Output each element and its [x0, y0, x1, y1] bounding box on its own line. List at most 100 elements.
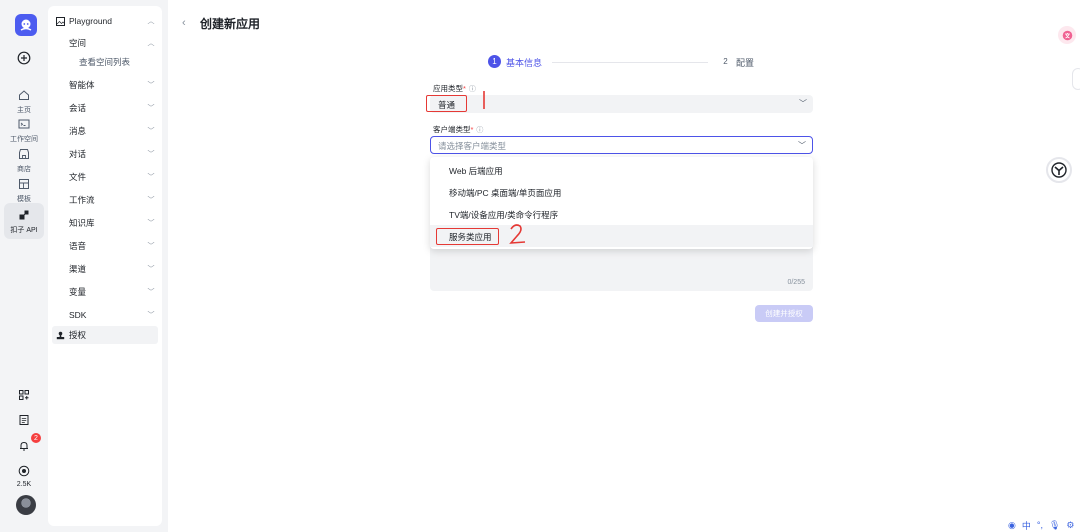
image-icon — [56, 16, 65, 26]
sidebar-header-label: Playground — [69, 16, 113, 26]
sidebar-item-space-list[interactable]: 查看空间列表 — [48, 53, 162, 71]
sidebar-item-sdk[interactable]: SDK ﹀ — [48, 306, 162, 324]
assistant-button[interactable] — [1046, 157, 1072, 183]
sidebar-item-label: 智能体 — [69, 80, 95, 90]
client-type-placeholder: 请选择客户端类型 — [438, 141, 507, 151]
chevron-down-icon: ﹀ — [147, 243, 155, 250]
docs-button[interactable] — [4, 412, 44, 428]
apps-button[interactable] — [4, 387, 44, 403]
chevron-down-icon: ﹀ — [147, 289, 155, 296]
stat-value: 2.5K — [16, 481, 32, 488]
side-handle[interactable] — [1072, 68, 1080, 90]
chevron-down-icon: ﹀ — [147, 174, 155, 181]
rail-item-template[interactable]: 模板 — [4, 176, 44, 204]
microphone-icon[interactable]: 🎙 — [1049, 520, 1060, 531]
sidebar-item-label: 对话 — [69, 149, 87, 159]
step-divider — [552, 62, 708, 63]
avatar[interactable] — [16, 495, 36, 515]
ime-toolbar: ◉ 中 °, 🎙 ⚙ — [1008, 518, 1080, 532]
ime-lang[interactable]: 中 — [1022, 519, 1031, 532]
back-icon[interactable]: ‹ — [182, 17, 186, 29]
sidebar-header-playground[interactable]: Playground ︿ — [48, 12, 162, 30]
create-button[interactable] — [4, 50, 44, 66]
sidebar-item-chat[interactable]: 对话 ﹀ — [48, 145, 162, 163]
chevron-down-icon: ﹀ — [798, 141, 806, 150]
stamp-icon — [56, 331, 65, 340]
stats-button[interactable]: 2.5K — [4, 463, 44, 488]
chevron-down-icon: ﹀ — [147, 105, 155, 112]
sidebar-item-variable[interactable]: 变量 ﹀ — [48, 283, 162, 301]
chevron-down-icon: ﹀ — [147, 151, 155, 158]
chevron-down-icon: ﹀ — [147, 128, 155, 135]
rail-item-api[interactable]: 扣子 API — [4, 203, 44, 239]
ime-logo-icon[interactable]: ◉ — [1008, 520, 1016, 531]
sidebar-item-workflow[interactable]: 工作流 ﹀ — [48, 191, 162, 209]
sidebar-item-label: 文件 — [69, 172, 87, 182]
rail-item-store[interactable]: 商店 — [4, 146, 44, 174]
sidebar-item-agent[interactable]: 智能体 ﹀ — [48, 76, 162, 94]
sidebar-item-label: 会话 — [69, 103, 87, 113]
dropdown-option-mobile[interactable]: 移动端/PC 桌面端/单页面应用 — [430, 181, 813, 203]
rail-item-workspace[interactable]: 工作空间 — [4, 116, 44, 144]
store-icon — [16, 146, 32, 162]
dropdown-option-tv[interactable]: TV端/设备应用/类命令行程序 — [430, 203, 813, 225]
annotation-mark-1 — [483, 91, 485, 109]
option-label: TV端/设备应用/类命令行程序 — [449, 210, 559, 220]
required-mark: * — [463, 84, 466, 93]
sidebar-item-label: 知识库 — [69, 218, 95, 228]
annotation-mark-2 — [509, 224, 526, 244]
client-type-label-text: 客户端类型 — [433, 125, 471, 134]
chevron-down-icon: ﹀ — [147, 266, 155, 273]
punctuation-icon[interactable]: °, — [1037, 520, 1043, 530]
dropdown-option-web[interactable]: Web 后端应用 — [430, 159, 813, 181]
translate-icon — [1062, 30, 1072, 40]
sidebar-item-auth[interactable]: 授权 — [52, 326, 158, 344]
annotation-box-service — [436, 228, 499, 245]
app-logo[interactable] — [15, 14, 37, 36]
option-label: 移动端/PC 桌面端/单页面应用 — [449, 188, 562, 198]
plus-circle-icon — [16, 50, 32, 66]
api-icon — [16, 207, 32, 223]
step-1-label: 基本信息 — [506, 58, 543, 68]
info-icon: ⓘ — [476, 127, 484, 134]
sidebar-item-label: SDK — [69, 310, 87, 320]
app-type-label: 应用类型* ⓘ — [433, 83, 476, 94]
sidebar-item-label: 空间 — [69, 38, 87, 48]
rail-item-label: 主页 — [17, 107, 31, 114]
assistant-icon — [1051, 162, 1067, 178]
main-panel: ‹ 创建新应用 1 基本信息 2 配置 应用类型* ⓘ 普通 ﹀ 客户端类型* ⓘ … — [168, 0, 1080, 532]
char-counter: 0/255 — [787, 279, 805, 286]
step-1-number: 1 — [488, 55, 501, 68]
client-type-label: 客户端类型* ⓘ — [433, 124, 483, 135]
sidebar-item-file[interactable]: 文件 ﹀ — [48, 168, 162, 186]
app-type-label-text: 应用类型 — [433, 84, 463, 93]
apps-grid-icon — [16, 387, 32, 403]
sidebar-item-space[interactable]: 空间 ︿ — [48, 34, 162, 52]
sidebar-item-session[interactable]: 会话 ﹀ — [48, 99, 162, 117]
sidebar-item-message[interactable]: 消息 ﹀ — [48, 122, 162, 140]
chevron-up-icon: ︿ — [147, 40, 155, 47]
client-type-select[interactable]: 请选择客户端类型 ﹀ — [430, 136, 813, 154]
sidebar-item-label: 变量 — [69, 287, 87, 297]
translate-button[interactable] — [1058, 26, 1076, 44]
sidebar-item-knowledge[interactable]: 知识库 ﹀ — [48, 214, 162, 232]
sidebar-item-label: 查看空间列表 — [79, 57, 131, 67]
create-authorize-button[interactable]: 创建并授权 — [755, 305, 813, 322]
chevron-up-icon: ︿ — [147, 18, 155, 25]
folder-terminal-icon — [16, 116, 32, 132]
settings-icon[interactable]: ⚙ — [1066, 520, 1074, 531]
sidebar-item-channel[interactable]: 渠道 ﹀ — [48, 260, 162, 278]
target-icon — [16, 463, 32, 479]
home-icon — [16, 87, 32, 103]
left-rail: 主页 工作空间 商店 模板 扣子 API 2 2.5K — [0, 0, 48, 532]
info-icon: ⓘ — [468, 86, 476, 93]
template-icon — [16, 176, 32, 192]
step-2-label: 配置 — [736, 58, 755, 68]
sidebar-item-voice[interactable]: 语音 ﹀ — [48, 237, 162, 255]
sidebar-item-label: 授权 — [69, 330, 87, 340]
logo-icon — [20, 19, 32, 31]
rail-item-home[interactable]: 主页 — [4, 87, 44, 115]
rail-item-label: 工作空间 — [10, 136, 38, 143]
chevron-down-icon: ﹀ — [147, 312, 155, 319]
annotation-box-app-type — [426, 95, 467, 112]
